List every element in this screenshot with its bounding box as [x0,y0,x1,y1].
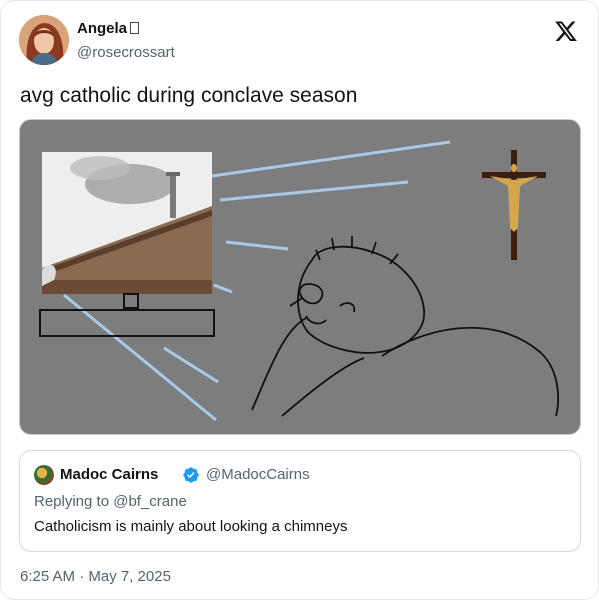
verified-badge-icon [183,467,199,483]
author-name[interactable]: Angela [77,19,175,38]
reply-prefix: Replying to [34,493,110,510]
author-handle[interactable]: @rosecrossart [77,43,175,62]
author-block: Angela @rosecrossart [77,19,175,62]
quoted-tweet-text: Catholicism is mainly about looking a ch… [34,518,348,535]
quoted-author-avatar[interactable] [34,465,54,485]
tweet-text: avg catholic during conclave season [20,84,358,107]
reply-to-handle[interactable]: @bf_crane [113,493,187,510]
flag-icon [130,22,140,34]
tweet-card: Angela @rosecrossart avg catholic during… [0,0,599,600]
chimney-photo [42,152,212,294]
quoted-author-handle[interactable]: @MadocCairns [206,465,310,485]
quoted-tweet[interactable]: Madoc Cairns @MadocCairns Replying to @b… [19,450,581,552]
tweet-media-image[interactable] [19,119,581,435]
portrait-avatar-icon [19,15,69,65]
reply-context: Replying to @bf_crane [34,492,187,512]
tweet-timestamp[interactable]: 6:25 AM · May 7, 2025 [20,567,171,587]
meme-image [20,120,580,434]
author-name-text: Angela [77,20,128,37]
x-logo-icon[interactable] [554,19,578,43]
author-avatar[interactable] [19,15,69,65]
quoted-author-name[interactable]: Madoc Cairns [60,465,158,485]
